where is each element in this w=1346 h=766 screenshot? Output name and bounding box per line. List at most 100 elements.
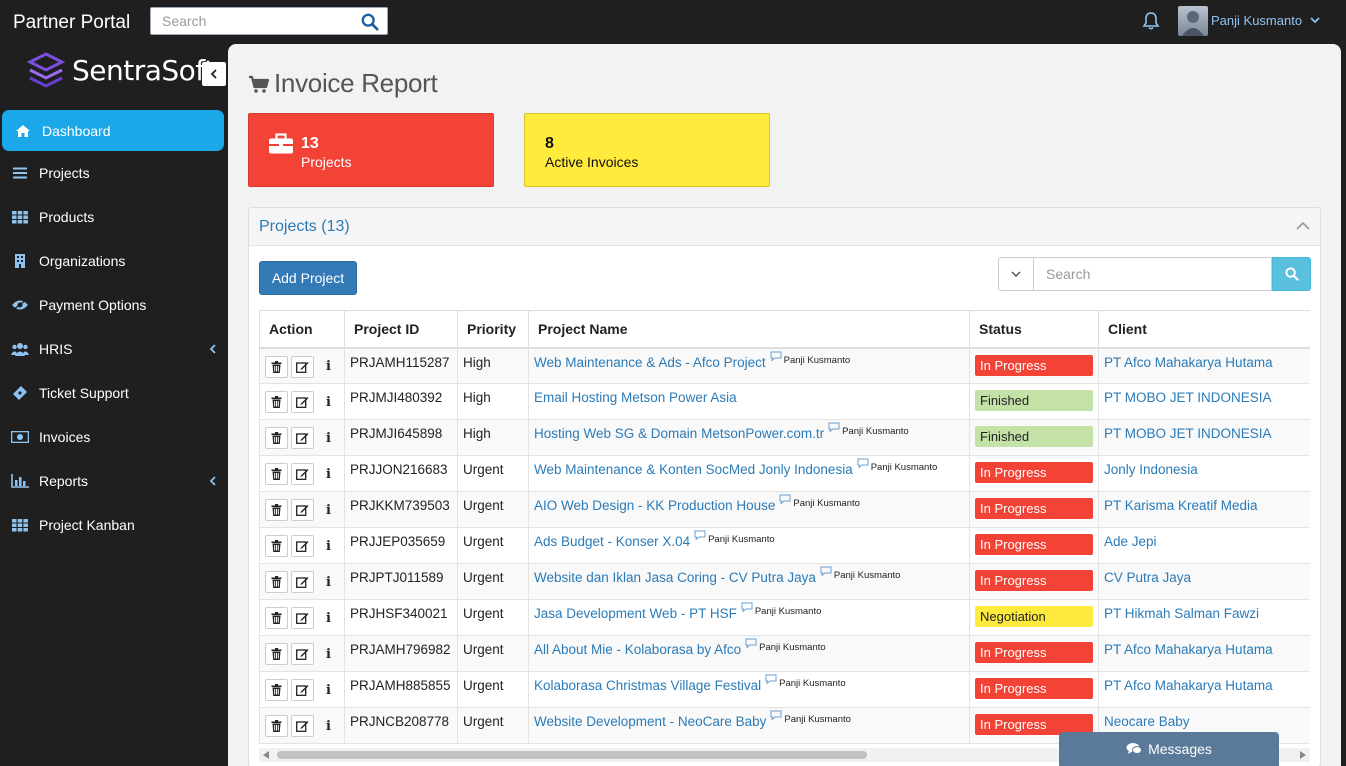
project-name-link[interactable]: Website dan Iklan Jasa Coring - CV Putra… <box>534 570 816 585</box>
project-owner: Panji Kusmanto <box>842 426 909 437</box>
sidebar-item-products[interactable]: Products <box>0 195 228 239</box>
column-header-status[interactable]: Status <box>969 310 1099 349</box>
client-cell: PT Afco Mahakarya Hutama <box>1098 671 1310 708</box>
project-name-link[interactable]: Email Hosting Metson Power Asia <box>534 390 737 405</box>
project-name-link[interactable]: Website Development - NeoCare Baby <box>534 714 766 729</box>
info-button[interactable]: i <box>317 679 340 701</box>
delete-button[interactable] <box>265 679 288 701</box>
delete-button[interactable] <box>265 643 288 665</box>
edit-button[interactable] <box>291 679 314 701</box>
sidebar-item-payment-options[interactable]: Payment Options <box>0 283 228 327</box>
client-link[interactable]: PT Hikmah Salman Fawzi <box>1104 606 1259 621</box>
edit-button[interactable] <box>291 427 314 449</box>
sidebar-item-hris[interactable]: HRIS <box>0 327 228 371</box>
avatar[interactable] <box>1178 6 1208 36</box>
edit-icon <box>296 613 309 624</box>
chevron-down-icon[interactable] <box>1309 14 1321 26</box>
client-link[interactable]: PT MOBO JET INDONESIA <box>1104 426 1272 441</box>
scroll-left-arrow[interactable] <box>263 751 269 759</box>
client-link[interactable]: PT Afco Mahakarya Hutama <box>1104 642 1273 657</box>
projects-count-card[interactable]: 13 Projects <box>248 113 494 187</box>
project-name-link[interactable]: Web Maintenance & Ads - Afco Project <box>534 355 766 370</box>
scroll-right-arrow[interactable] <box>1300 751 1306 759</box>
info-button[interactable]: i <box>317 607 340 629</box>
project-name-link[interactable]: Kolaborasa Christmas Village Festival <box>534 678 761 693</box>
client-link[interactable]: PT Afco Mahakarya Hutama <box>1104 355 1273 370</box>
info-button[interactable]: i <box>317 535 340 557</box>
client-link[interactable]: Ade Jepi <box>1104 534 1157 549</box>
client-link[interactable]: Jonly Indonesia <box>1104 462 1198 477</box>
info-button[interactable]: i <box>317 499 340 521</box>
client-link[interactable]: PT MOBO JET INDONESIA <box>1104 390 1272 405</box>
project-name-link[interactable]: Ads Budget - Konser X.04 <box>534 534 690 549</box>
edit-button[interactable] <box>291 391 314 413</box>
sidebar-item-project-kanban[interactable]: Project Kanban <box>0 503 228 547</box>
sidebar-item-dashboard[interactable]: Dashboard <box>2 110 224 151</box>
search-filter-dropdown[interactable] <box>998 257 1033 291</box>
edit-button[interactable] <box>291 355 314 378</box>
sidebar-item-ticket-support[interactable]: Ticket Support <box>0 371 228 415</box>
delete-button[interactable] <box>265 427 288 449</box>
notification-bell-icon[interactable] <box>1141 11 1161 31</box>
info-button[interactable]: i <box>317 356 340 378</box>
table-search-button[interactable] <box>1272 257 1311 291</box>
projects-panel-header[interactable]: Projects (13) <box>249 208 1320 246</box>
delete-button[interactable] <box>265 391 288 413</box>
messages-button[interactable]: Messages <box>1059 732 1279 766</box>
column-header-priority[interactable]: Priority <box>457 310 529 349</box>
delete-button[interactable] <box>265 463 288 485</box>
chevron-up-icon[interactable] <box>1296 221 1310 231</box>
table-search-input[interactable] <box>1033 257 1272 291</box>
client-link[interactable]: Neocare Baby <box>1104 714 1190 729</box>
info-button[interactable]: i <box>317 715 340 737</box>
info-button[interactable]: i <box>317 571 340 593</box>
info-button[interactable]: i <box>317 643 340 665</box>
project-name-link[interactable]: All About Mie - Kolaborasa by Afco <box>534 642 741 657</box>
client-link[interactable]: PT Afco Mahakarya Hutama <box>1104 678 1273 693</box>
global-search-input[interactable] <box>151 8 351 34</box>
edit-button[interactable] <box>291 571 314 593</box>
edit-button[interactable] <box>291 643 314 665</box>
client-link[interactable]: PT Karisma Kreatif Media <box>1104 498 1258 513</box>
info-button[interactable]: i <box>317 427 340 449</box>
delete-button[interactable] <box>265 607 288 629</box>
info-button[interactable]: i <box>317 391 340 413</box>
edit-button[interactable] <box>291 499 314 521</box>
edit-button[interactable] <box>291 715 314 737</box>
grid-icon <box>11 516 29 534</box>
client-cell: CV Putra Jaya <box>1098 563 1310 600</box>
edit-button[interactable] <box>291 607 314 629</box>
delete-button[interactable] <box>265 355 288 378</box>
project-name-link[interactable]: Web Maintenance & Konten SocMed Jonly In… <box>534 462 853 477</box>
column-header-project-id[interactable]: Project ID <box>344 310 458 349</box>
sidebar-item-invoices[interactable]: Invoices <box>0 415 228 459</box>
project-id: PRJNCB208778 <box>344 707 458 744</box>
column-header-client[interactable]: Client <box>1098 310 1310 349</box>
edit-button[interactable] <box>291 463 314 485</box>
active-invoices-card[interactable]: 8 Active Invoices <box>524 113 770 187</box>
column-header-project-name[interactable]: Project Name <box>528 310 970 349</box>
delete-button[interactable] <box>265 499 288 521</box>
delete-button[interactable] <box>265 535 288 557</box>
add-project-button[interactable]: Add Project <box>259 261 357 295</box>
scrollbar-thumb[interactable] <box>277 751 867 759</box>
project-name-link[interactable]: Jasa Development Web - PT HSF <box>534 606 737 621</box>
sidebar-nav: Dashboard Projects Products Organization… <box>0 110 228 547</box>
search-icon[interactable] <box>361 13 379 31</box>
sidebar-item-organizations[interactable]: Organizations <box>0 239 228 283</box>
info-button[interactable]: i <box>317 463 340 485</box>
column-header-action[interactable]: Action <box>259 310 345 349</box>
project-name-link[interactable]: AIO Web Design - KK Production House <box>534 498 775 513</box>
delete-button[interactable] <box>265 715 288 737</box>
sidebar-item-reports[interactable]: Reports <box>0 459 228 503</box>
sidebar-collapse-button[interactable] <box>202 62 226 86</box>
list-icon <box>11 164 29 182</box>
sidebar-item-projects[interactable]: Projects <box>0 151 228 195</box>
delete-button[interactable] <box>265 571 288 593</box>
user-name-link[interactable]: Panji Kusmanto <box>1211 13 1302 28</box>
bar-chart-icon <box>11 472 29 490</box>
page-title: Invoice Report <box>248 68 438 99</box>
client-link[interactable]: CV Putra Jaya <box>1104 570 1191 585</box>
project-name-link[interactable]: Hosting Web SG & Domain MetsonPower.com.… <box>534 426 824 441</box>
edit-button[interactable] <box>291 535 314 557</box>
